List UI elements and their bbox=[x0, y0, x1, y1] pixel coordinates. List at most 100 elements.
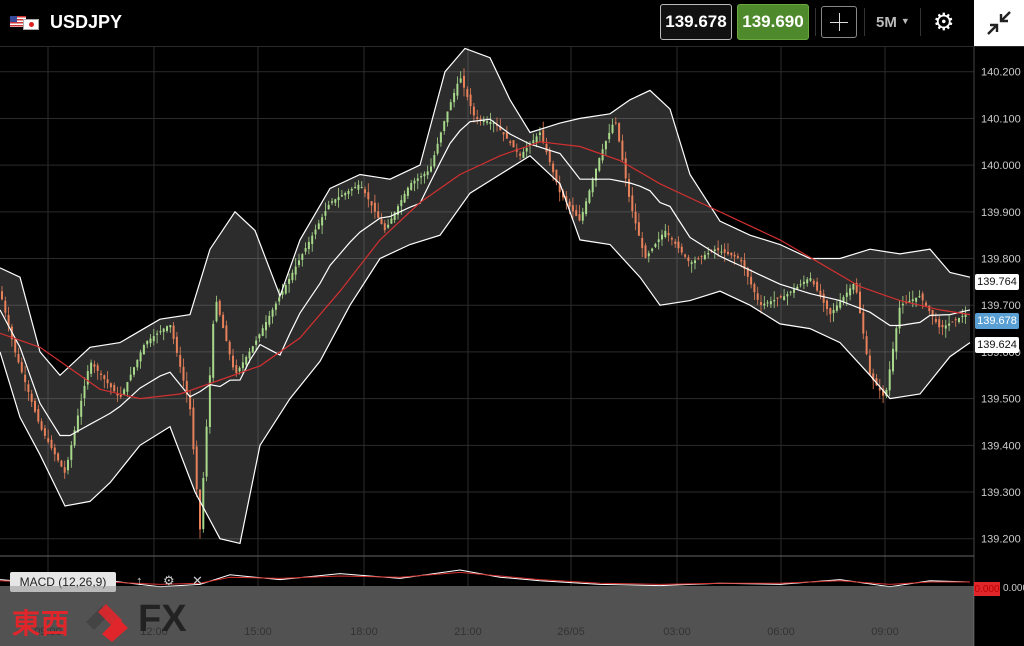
candle-body bbox=[364, 189, 366, 194]
candle-body bbox=[585, 201, 588, 214]
y-tick-label: 139.300 bbox=[981, 487, 1021, 499]
candle-body bbox=[806, 279, 809, 284]
candle-body bbox=[502, 132, 505, 135]
candle-body bbox=[476, 117, 479, 119]
candle-body bbox=[304, 248, 307, 252]
candle-body bbox=[245, 356, 248, 365]
candle-body bbox=[631, 195, 634, 212]
buy-price-button[interactable]: 139.690 bbox=[737, 4, 809, 40]
candle-body bbox=[509, 141, 512, 143]
candle-body bbox=[697, 258, 700, 260]
candle-body bbox=[63, 467, 66, 473]
candle-body bbox=[624, 158, 627, 179]
candle-body bbox=[387, 224, 390, 228]
candle-body bbox=[175, 336, 178, 353]
divider bbox=[920, 8, 921, 36]
timeframe-dropdown[interactable]: 5M ▼ bbox=[876, 14, 910, 31]
candle-body bbox=[103, 375, 106, 380]
candle-body bbox=[961, 316, 964, 318]
candle-body bbox=[740, 259, 743, 262]
candle-body bbox=[288, 278, 291, 284]
candle-body bbox=[360, 186, 363, 188]
candle-body bbox=[687, 257, 690, 262]
candle-body bbox=[57, 453, 60, 461]
candle-body bbox=[466, 89, 469, 97]
candle-body bbox=[776, 297, 779, 299]
candle-body bbox=[449, 102, 452, 111]
candle-body bbox=[248, 351, 251, 359]
candle-body bbox=[40, 421, 43, 430]
candle-body bbox=[202, 478, 205, 530]
gear-icon[interactable]: ⚙ bbox=[933, 9, 955, 37]
crosshair-button[interactable] bbox=[821, 6, 857, 38]
candle-body bbox=[80, 400, 83, 417]
candle-body bbox=[228, 341, 231, 355]
candle-body bbox=[354, 186, 357, 189]
candle-body bbox=[862, 312, 865, 334]
x-tick-label: 03:00 bbox=[663, 626, 691, 638]
candle-body bbox=[918, 296, 921, 298]
candle-body bbox=[238, 367, 241, 372]
candle-body bbox=[383, 223, 386, 231]
candle-body bbox=[845, 292, 848, 297]
candle-body bbox=[694, 260, 696, 264]
candle-body bbox=[713, 249, 716, 252]
candle-body bbox=[294, 266, 297, 275]
candle-body bbox=[661, 234, 663, 240]
macd-line bbox=[0, 569, 971, 588]
candle-body bbox=[169, 325, 172, 328]
candle-body bbox=[832, 309, 835, 314]
candle-body bbox=[146, 340, 149, 345]
bollinger-upper-tag: 139.764 bbox=[975, 274, 1019, 290]
candle-body bbox=[760, 302, 762, 305]
candle-body bbox=[166, 326, 168, 331]
candle-body bbox=[456, 83, 459, 96]
candle-body bbox=[720, 251, 723, 253]
macd-signal-line bbox=[0, 571, 970, 585]
candle-body bbox=[469, 94, 472, 107]
symbol-title[interactable]: USDJPY bbox=[50, 12, 122, 33]
candle-body bbox=[548, 150, 551, 163]
divider bbox=[864, 8, 865, 36]
candle-body bbox=[786, 294, 789, 297]
candle-body bbox=[331, 201, 333, 203]
candle-body bbox=[667, 232, 670, 236]
candle-body bbox=[522, 151, 525, 158]
candle-body bbox=[446, 111, 449, 123]
candle-body bbox=[218, 300, 221, 315]
candle-body bbox=[390, 218, 393, 224]
candle-body bbox=[373, 202, 376, 212]
candle-body bbox=[618, 123, 621, 142]
candle-body bbox=[284, 285, 287, 294]
candle-body bbox=[816, 281, 819, 291]
candle-body bbox=[47, 438, 50, 442]
candle-body bbox=[4, 300, 7, 313]
candle-body bbox=[241, 362, 244, 369]
candle-body bbox=[812, 280, 815, 285]
candle-body bbox=[901, 303, 904, 306]
y-tick-label: 139.200 bbox=[981, 534, 1021, 546]
candle-body bbox=[789, 291, 792, 293]
bollinger-lower-tag: 139.624 bbox=[975, 337, 1019, 353]
candle-body bbox=[443, 121, 446, 132]
price-chart[interactable]: 140.200 140.100 140.000 139.900 139.800 139.7… bbox=[0, 47, 1024, 646]
collapse-button[interactable] bbox=[974, 0, 1024, 46]
candle-body bbox=[707, 253, 710, 255]
sell-price-button[interactable]: 139.678 bbox=[660, 4, 732, 40]
candle-body bbox=[37, 408, 40, 422]
candle-body bbox=[225, 325, 228, 342]
candle-body bbox=[954, 319, 957, 321]
candle-body bbox=[426, 171, 429, 176]
candle-body bbox=[30, 393, 33, 402]
candle-body bbox=[571, 205, 574, 212]
candle-body bbox=[773, 299, 776, 302]
candle-body bbox=[865, 336, 868, 355]
y-tick-label: 139.800 bbox=[981, 254, 1021, 266]
candle-body bbox=[525, 147, 528, 152]
candle-body bbox=[50, 439, 53, 449]
candle-body bbox=[756, 293, 759, 300]
y-tick-label: 140.000 bbox=[981, 160, 1021, 172]
candle-body bbox=[423, 173, 426, 177]
candle-body bbox=[337, 197, 340, 201]
candle-body bbox=[938, 319, 941, 328]
